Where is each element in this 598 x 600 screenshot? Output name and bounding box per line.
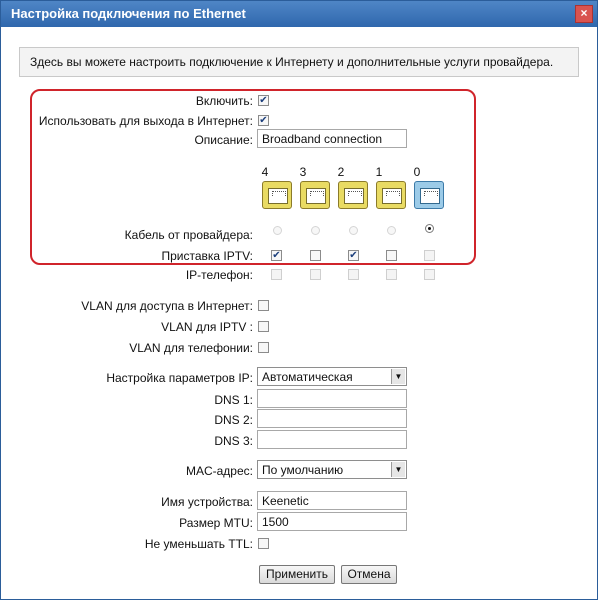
vlan-internet-checkbox[interactable] — [258, 300, 269, 311]
enable-label: Включить: — [195, 94, 253, 108]
provider-radio-2[interactable] — [349, 226, 358, 235]
provider-radio-3[interactable] — [311, 226, 320, 235]
provider-cable-label: Кабель от провайдера: — [124, 228, 253, 242]
ip-settings-label: Настройка параметров IP: — [106, 371, 253, 385]
ethernet-settings-window: Настройка подключения по Ethernet × Здес… — [0, 0, 598, 600]
provider-radio-1[interactable] — [387, 226, 396, 235]
ip-phone-checkbox-2 — [348, 269, 359, 280]
vlan-iptv-checkbox[interactable] — [258, 321, 269, 332]
lan-port-1-icon — [376, 181, 406, 209]
description-input[interactable]: Broadband connection — [257, 129, 407, 148]
ip-phone-checkbox-1 — [386, 269, 397, 280]
dns2-label: DNS 2: — [214, 413, 253, 427]
provider-radio-4[interactable] — [273, 226, 282, 235]
lan-port-4-icon — [262, 181, 292, 209]
lan-port-2-icon — [338, 181, 368, 209]
ip-settings-select[interactable]: Автоматическая ▼ — [257, 367, 407, 386]
vlan-phone-checkbox[interactable] — [258, 342, 269, 353]
window-title: Настройка подключения по Ethernet — [11, 6, 246, 21]
chevron-down-icon: ▼ — [391, 462, 405, 477]
vlan-internet-label: VLAN для доступа в Интернет: — [81, 299, 253, 313]
dns3-input[interactable] — [257, 430, 407, 449]
description-label: Описание: — [194, 133, 253, 147]
dns1-input[interactable] — [257, 389, 407, 408]
port-number-3: 3 — [299, 165, 307, 179]
ip-settings-value: Автоматическая — [262, 370, 353, 384]
mtu-input[interactable]: 1500 — [257, 512, 407, 531]
vlan-iptv-label: VLAN для IPTV : — [161, 320, 253, 334]
iptv-checkbox-3[interactable] — [310, 250, 321, 261]
device-name-input[interactable]: Keenetic — [257, 491, 407, 510]
iptv-checkbox-2[interactable]: ✔ — [348, 250, 359, 261]
wan-port-0-icon — [414, 181, 444, 209]
enable-checkbox[interactable]: ✔ — [258, 95, 269, 106]
iptv-checkbox-0 — [424, 250, 435, 261]
iptv-checkbox-1[interactable] — [386, 250, 397, 261]
cancel-button[interactable]: Отмена — [341, 565, 397, 584]
port-number-2: 2 — [337, 165, 345, 179]
provider-radio-0[interactable] — [425, 224, 434, 233]
dns3-label: DNS 3: — [214, 434, 253, 448]
ip-phone-checkbox-4 — [271, 269, 282, 280]
internet-checkbox[interactable]: ✔ — [258, 115, 269, 126]
title-bar: Настройка подключения по Ethernet × — [1, 1, 597, 27]
port-number-4: 4 — [261, 165, 269, 179]
close-button[interactable]: × — [575, 5, 593, 23]
lan-port-3-icon — [300, 181, 330, 209]
chevron-down-icon: ▼ — [391, 369, 405, 384]
mtu-label: Размер MTU: — [179, 516, 253, 530]
iptv-checkbox-4[interactable]: ✔ — [271, 250, 282, 261]
iptv-label: Приставка IPTV: — [161, 249, 254, 263]
ttl-label: Не уменьшать TTL: — [144, 537, 253, 551]
mac-value: По умолчанию — [262, 463, 344, 477]
port-number-0: 0 — [413, 165, 421, 179]
dns1-label: DNS 1: — [214, 393, 253, 407]
info-message: Здесь вы можете настроить подключение к … — [19, 47, 579, 77]
ttl-checkbox[interactable] — [258, 538, 269, 549]
internet-label: Использовать для выхода в Интернет: — [38, 114, 253, 128]
mac-select[interactable]: По умолчанию ▼ — [257, 460, 407, 479]
ip-phone-checkbox-3 — [310, 269, 321, 280]
port-number-1: 1 — [375, 165, 383, 179]
mac-label: MAC-адрес: — [185, 464, 253, 478]
vlan-phone-label: VLAN для телефонии: — [129, 341, 253, 355]
device-name-label: Имя устройства: — [161, 495, 253, 509]
apply-button[interactable]: Применить — [259, 565, 335, 584]
dns2-input[interactable] — [257, 409, 407, 428]
ip-phone-label: IP-телефон: — [185, 268, 253, 282]
ip-phone-checkbox-0 — [424, 269, 435, 280]
